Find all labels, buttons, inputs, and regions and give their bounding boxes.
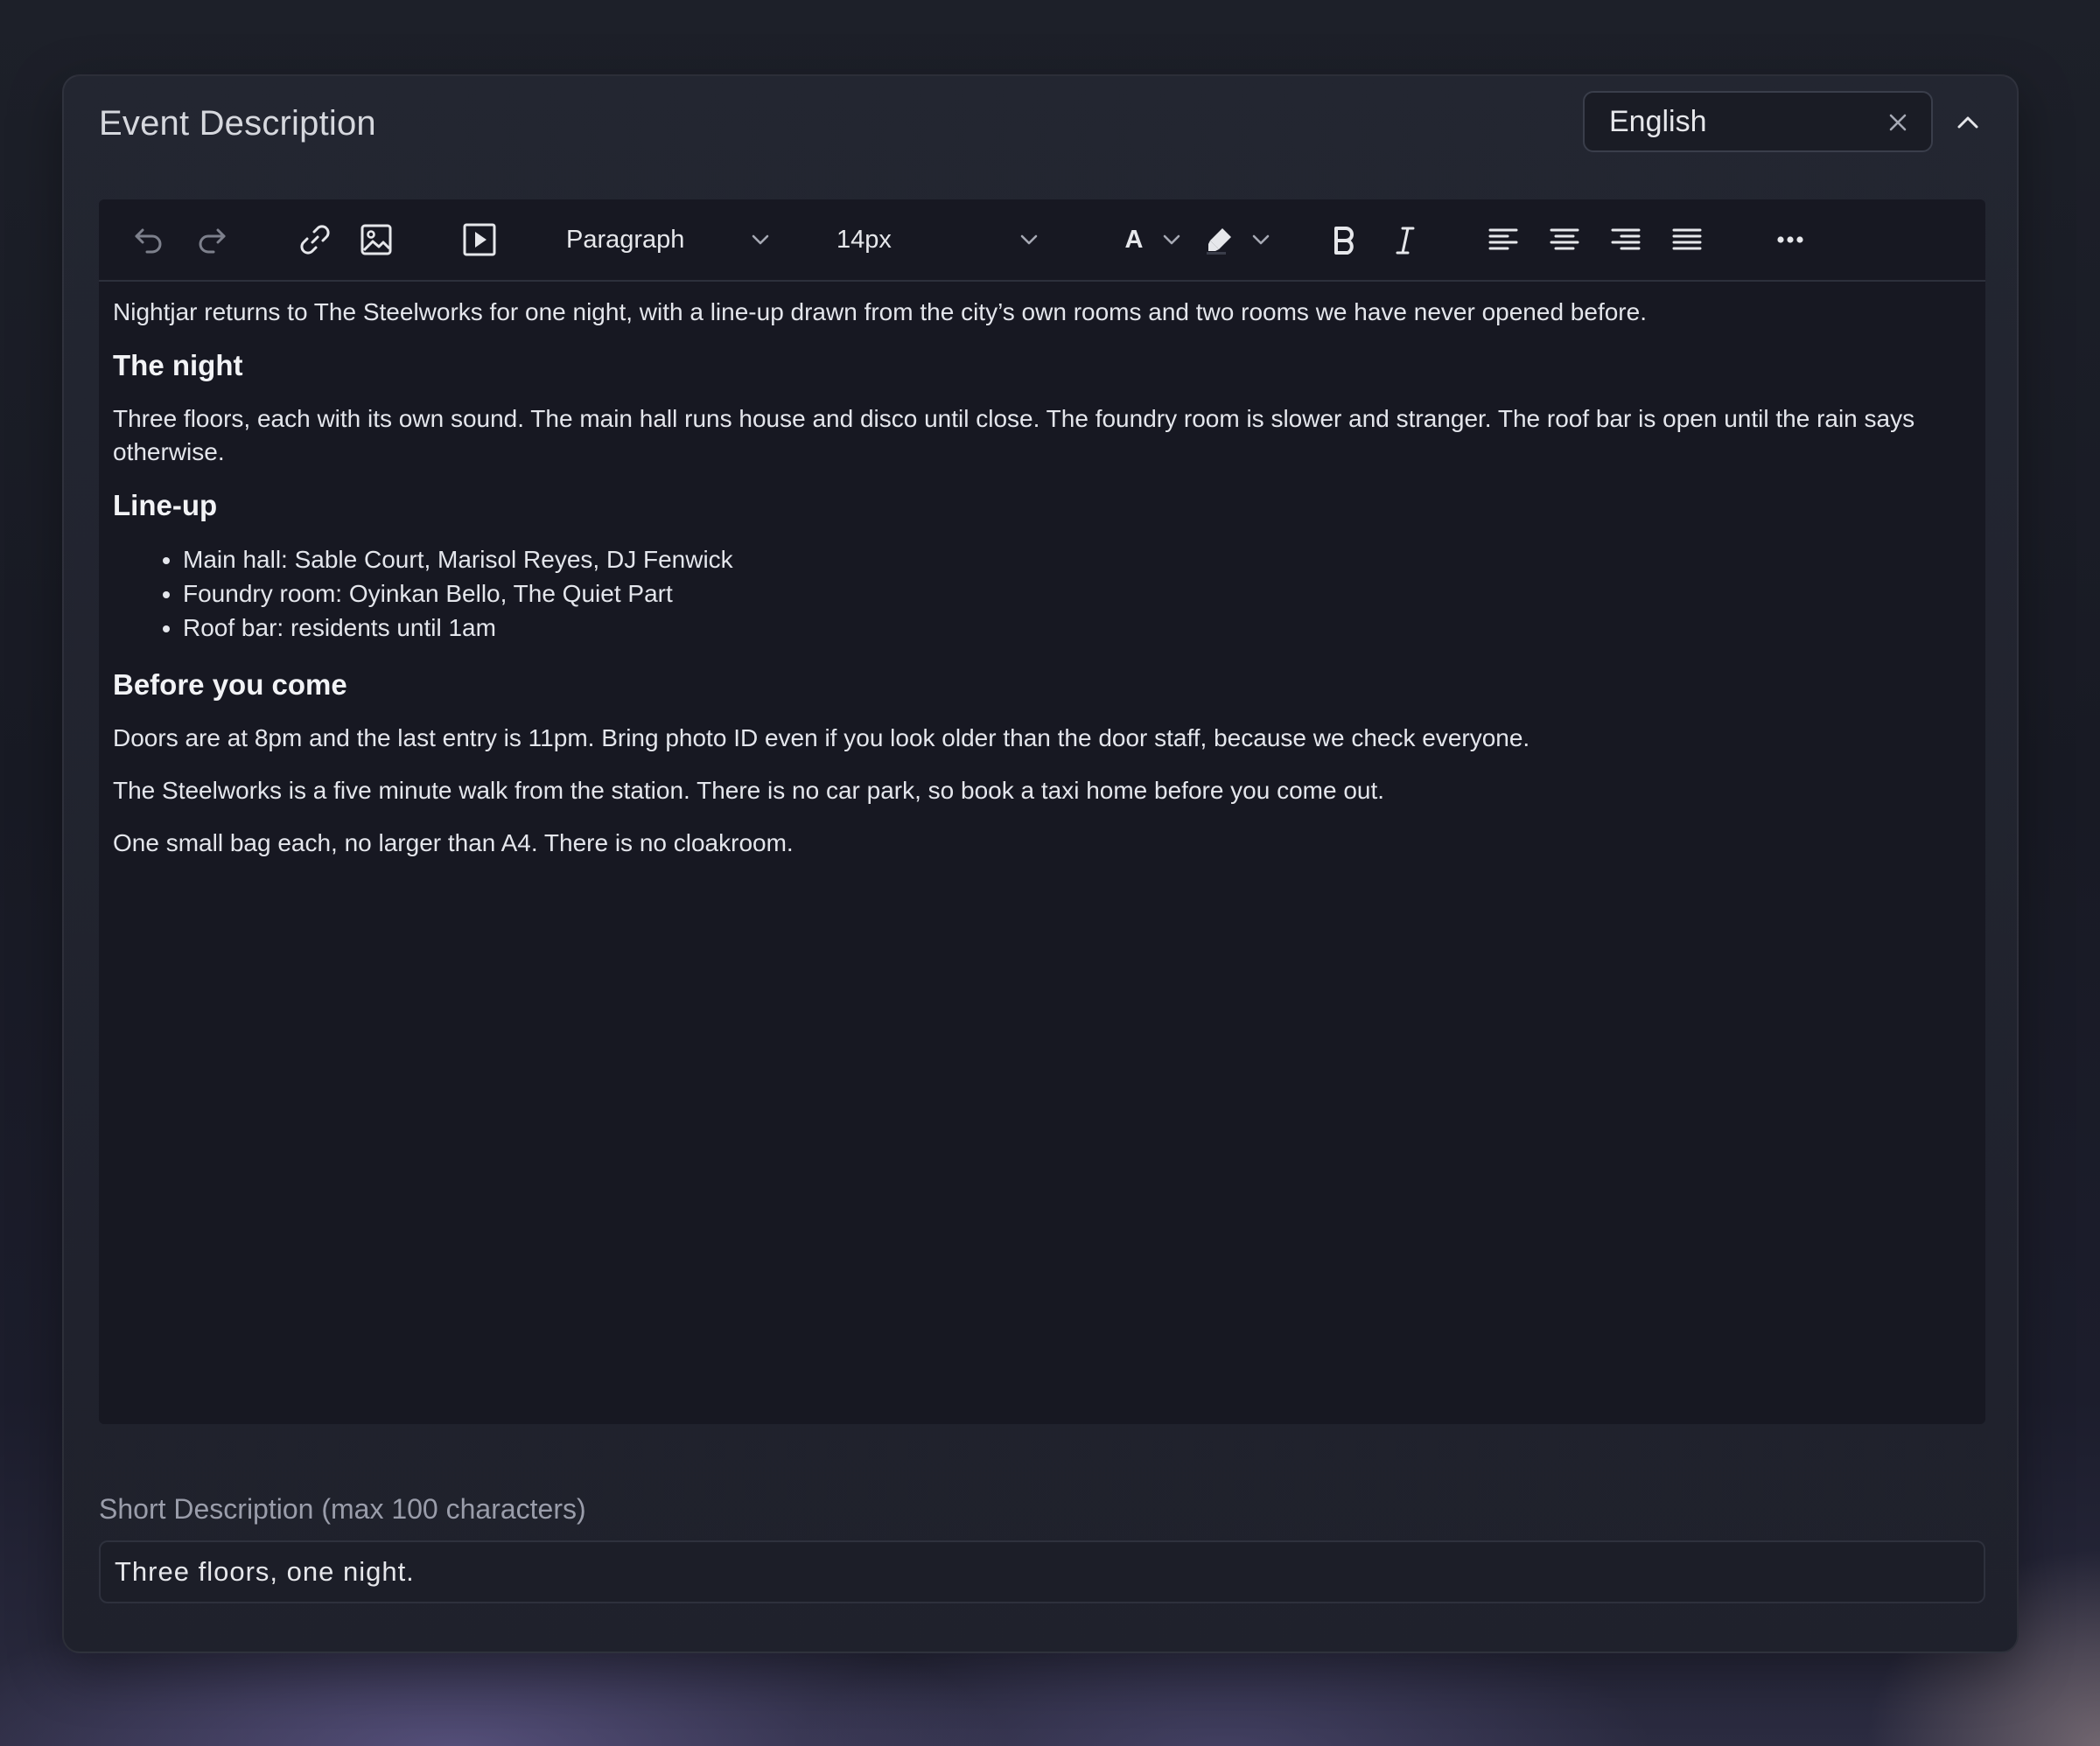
lineup-list: Main hall: Sable Court, Marisol Reyes, D… — [113, 542, 1968, 645]
align-justify-icon[interactable] — [1669, 221, 1705, 258]
language-value: English — [1609, 105, 1707, 138]
video-icon[interactable] — [461, 221, 498, 258]
editor-toolbar: Paragraph 14px A — [99, 199, 1985, 282]
rich-text-editor: Paragraph 14px A Nightjar returns to The… — [99, 199, 1985, 1424]
font-size-value: 14px — [836, 226, 892, 254]
list-item: Foundry room: Oyinkan Bello, The Quiet P… — [183, 576, 1968, 611]
align-left-icon[interactable] — [1485, 221, 1522, 258]
link-icon[interactable] — [297, 221, 333, 258]
event-description-card: Event Description English Paragraph 14px… — [62, 74, 2019, 1653]
undo-icon[interactable] — [130, 221, 167, 258]
card-title: Event Description — [99, 104, 376, 143]
block-format-value: Paragraph — [566, 226, 685, 254]
italic-icon[interactable] — [1387, 221, 1424, 258]
short-description-label: Short Description (max 100 characters) — [99, 1493, 586, 1525]
font-size-select[interactable]: 14px — [836, 212, 1046, 268]
redo-icon[interactable] — [193, 221, 230, 258]
heading-line-up: Line-up — [113, 489, 218, 521]
chevron-down-icon — [748, 227, 773, 252]
clear-icon[interactable] — [1884, 108, 1912, 136]
before-paragraph: Doors are at 8pm and the last entry is 1… — [113, 724, 1530, 751]
chevron-down-icon — [1017, 227, 1041, 252]
short-description-input[interactable] — [99, 1540, 1985, 1603]
intro-paragraph: Nightjar returns to The Steelworks for o… — [113, 298, 1647, 325]
heading-the-night: The night — [113, 349, 243, 381]
list-item: Roof bar: residents until 1am — [183, 611, 1968, 645]
chevron-down-icon[interactable] — [1159, 227, 1184, 252]
language-select[interactable]: English — [1583, 91, 1933, 152]
more-icon[interactable] — [1772, 221, 1809, 258]
text-color-glyph: A — [1124, 226, 1144, 254]
align-center-icon[interactable] — [1546, 221, 1583, 258]
heading-before-you-come: Before you come — [113, 668, 347, 701]
chevron-up-icon[interactable] — [1952, 107, 1984, 138]
list-item: Main hall: Sable Court, Marisol Reyes, D… — [183, 542, 1968, 576]
align-right-icon[interactable] — [1607, 221, 1644, 258]
before-paragraph: The Steelworks is a five minute walk fro… — [113, 777, 1385, 804]
image-icon[interactable] — [358, 221, 395, 258]
night-paragraph: Three floors, each with its own sound. T… — [113, 405, 1915, 465]
before-paragraph: One small bag each, no larger than A4. T… — [113, 829, 794, 856]
block-format-select[interactable]: Paragraph — [566, 212, 776, 268]
highlight-icon[interactable] — [1201, 221, 1238, 258]
text-color-icon[interactable]: A — [1116, 221, 1152, 258]
editor-content[interactable]: Nightjar returns to The Steelworks for o… — [113, 296, 1968, 879]
chevron-down-icon[interactable] — [1249, 227, 1273, 252]
bold-icon[interactable] — [1326, 221, 1362, 258]
